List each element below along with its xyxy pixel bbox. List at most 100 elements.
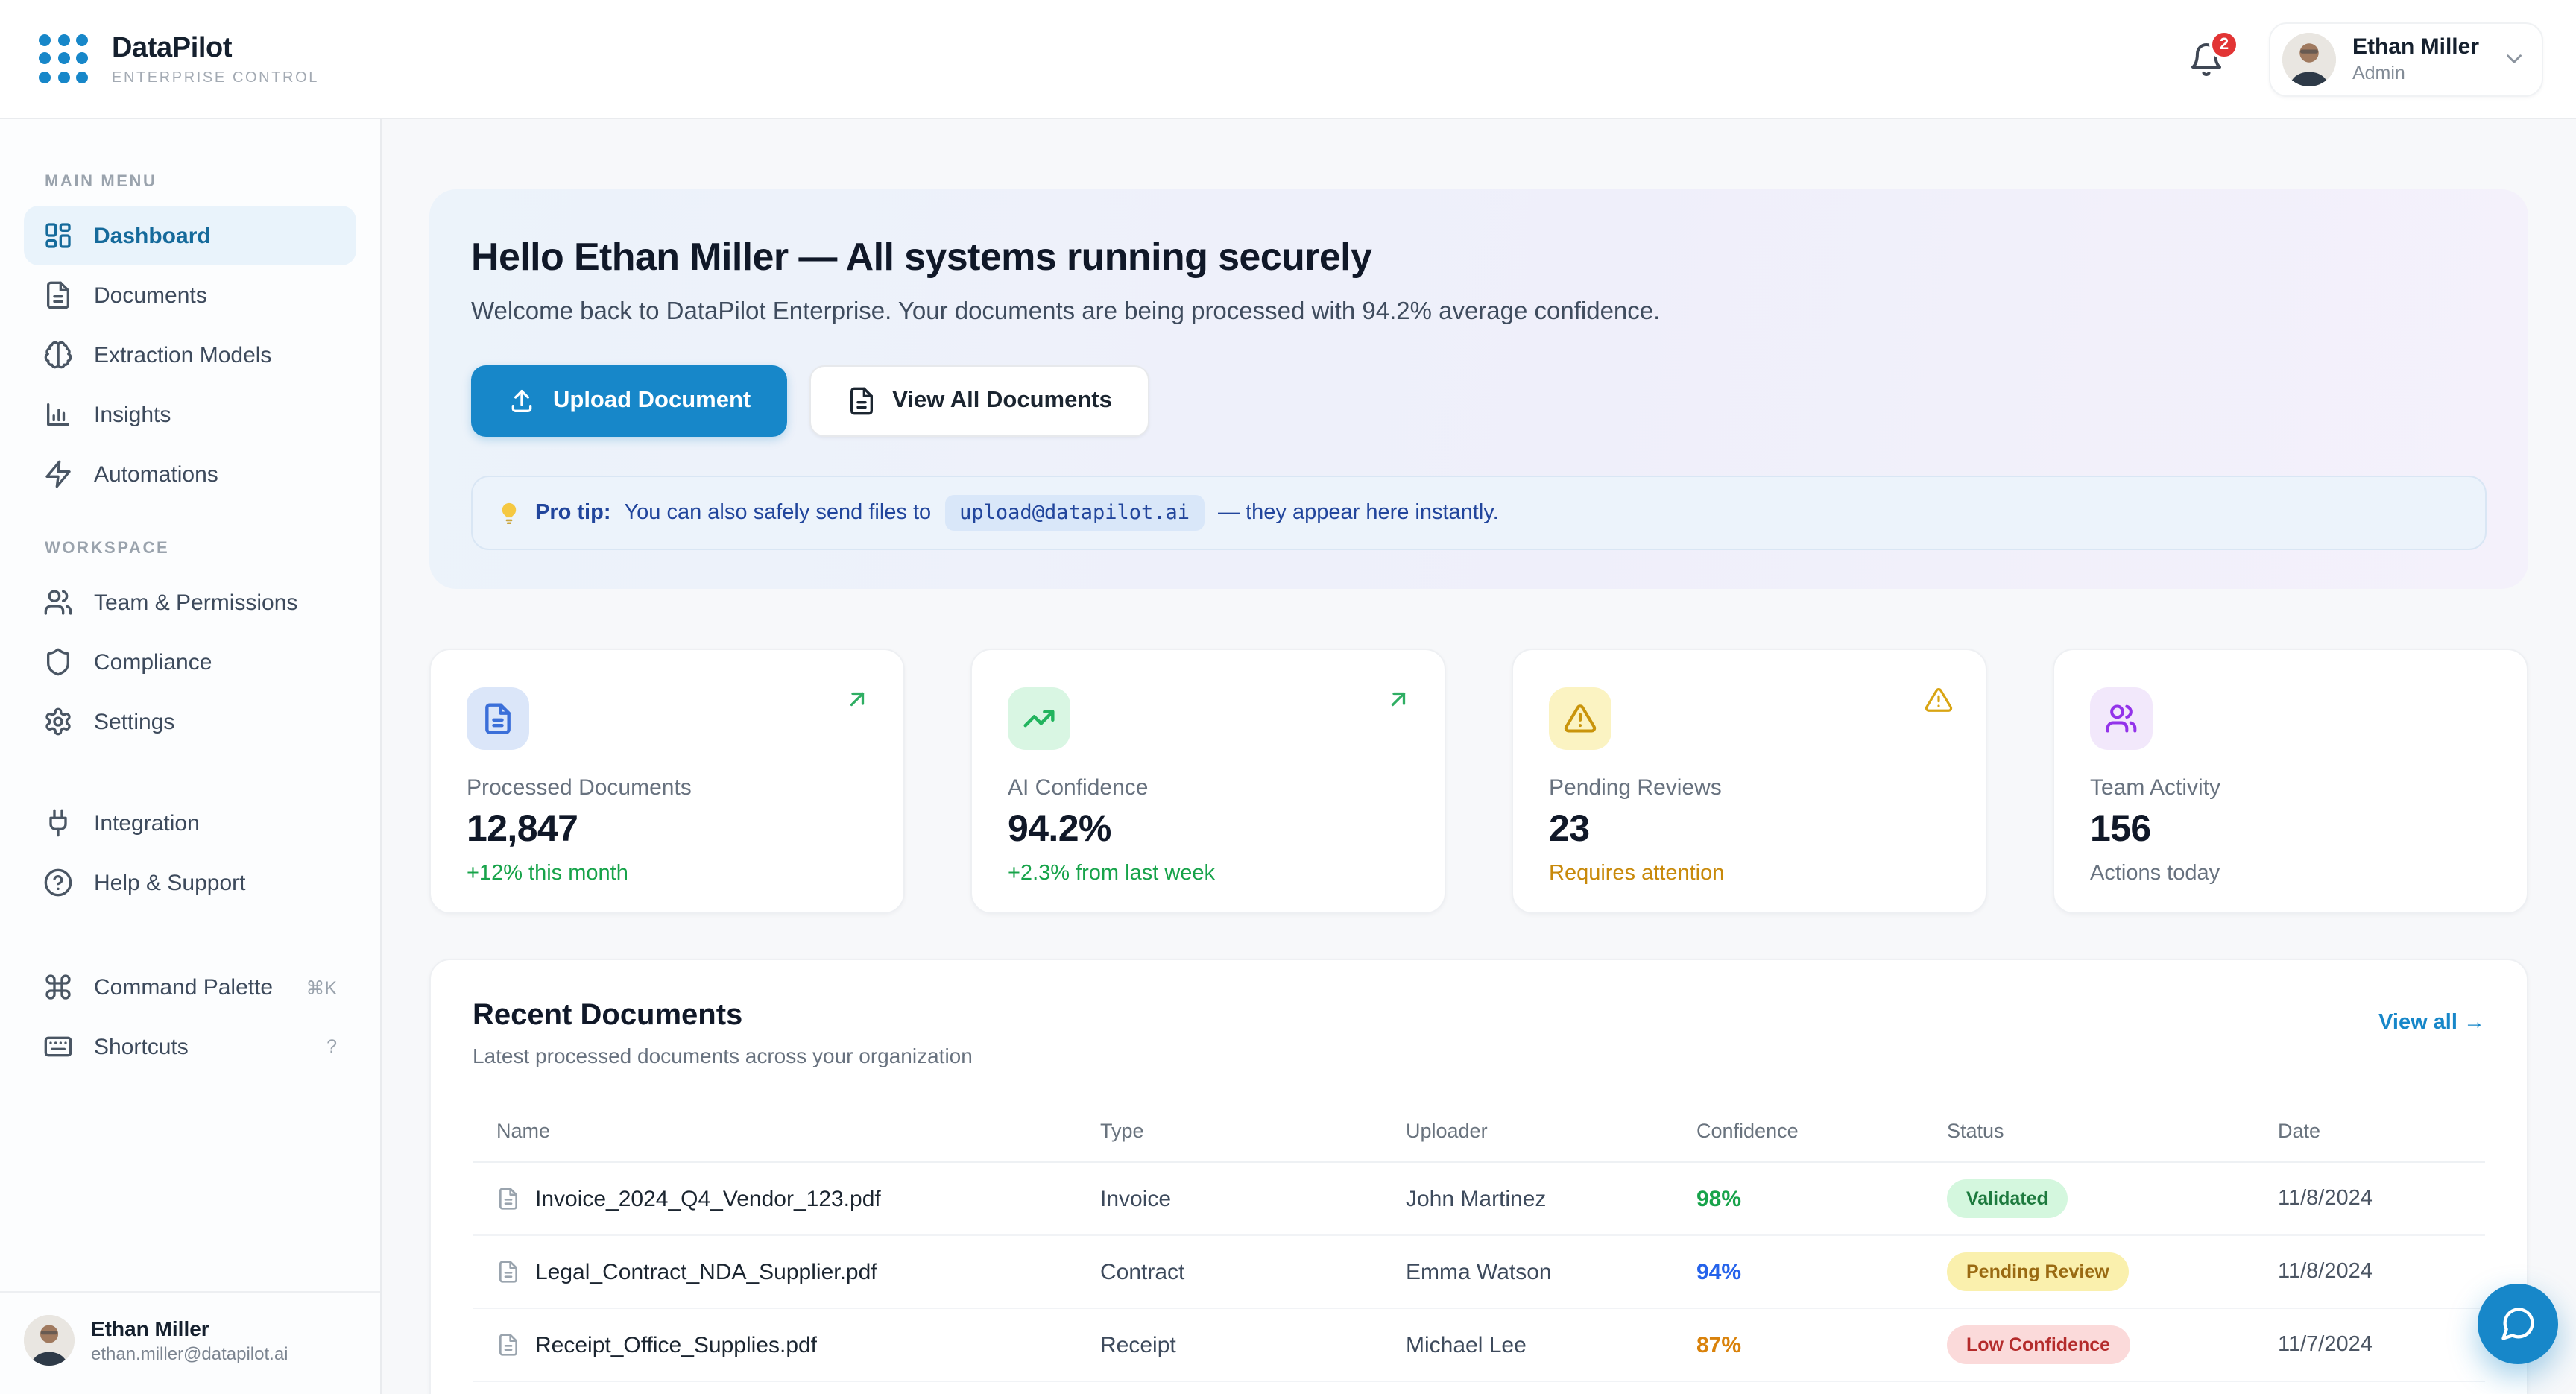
shortcut-hint: ⌘K	[306, 976, 337, 998]
hero-banner: Hello Ethan Miller — All systems running…	[429, 189, 2528, 589]
recent-documents-card: Recent Documents Latest processed docume…	[429, 959, 2528, 1394]
chat-fab-button[interactable]	[2478, 1284, 2558, 1364]
brand-name: DataPilot	[112, 32, 319, 65]
stat-value: 23	[1549, 808, 1950, 851]
chat-bubble-icon	[2498, 1305, 2537, 1343]
stat-label: AI Confidence	[1008, 775, 1409, 801]
arrow-up-right-icon	[1385, 686, 1412, 713]
section-subtitle: Latest processed documents across your o…	[473, 1044, 973, 1067]
user-avatar	[24, 1315, 75, 1366]
users-icon	[43, 587, 73, 617]
sidebar-item-label: Compliance	[94, 649, 212, 675]
sidebar-item-shortcuts[interactable]: Shortcuts ?	[24, 1017, 356, 1076]
user-name: Ethan Miller	[91, 1316, 288, 1341]
table-row[interactable]: Receipt_Office_Supplies.pdf Receipt Mich…	[473, 1309, 2485, 1382]
document-type: Receipt	[1100, 1332, 1406, 1357]
sidebar: MAIN MENU Dashboard Documents Extraction…	[0, 119, 382, 1394]
stat-label: Pending Reviews	[1549, 775, 1950, 801]
sidebar-item-label: Integration	[94, 810, 200, 836]
stat-card-pending-reviews[interactable]: Pending Reviews 23 Requires attention	[1512, 649, 1987, 914]
notifications-button[interactable]: 2	[2188, 41, 2224, 77]
sidebar-item-label: Extraction Models	[94, 342, 271, 368]
stat-card-team-activity[interactable]: Team Activity 156 Actions today	[2053, 649, 2528, 914]
pro-tip-banner: Pro tip: You can also safely send files …	[471, 476, 2487, 550]
shortcut-hint: ?	[326, 1036, 337, 1057]
sidebar-section-main-menu: MAIN MENU	[45, 173, 356, 191]
pro-tip-label: Pro tip:	[535, 501, 611, 525]
user-avatar	[2282, 32, 2336, 86]
file-text-icon	[846, 386, 876, 416]
sidebar-item-label: Automations	[94, 461, 218, 487]
sidebar-user-card[interactable]: Ethan Miller ethan.miller@datapilot.ai	[0, 1291, 380, 1394]
documents-table: Name Type Uploader Confidence Status Dat…	[473, 1100, 2485, 1394]
brand-block: DataPilot ENTERPRISE CONTROL	[112, 32, 319, 86]
sidebar-item-extraction-models[interactable]: Extraction Models	[24, 325, 356, 385]
chevron-down-icon	[2501, 46, 2527, 72]
table-row[interactable]: Purchase_Order_2024_1156.pdf Purchase Or…	[473, 1382, 2485, 1394]
view-all-documents-button[interactable]: View All Documents	[809, 365, 1149, 437]
stat-trend: +2.3% from last week	[1008, 862, 1409, 886]
stat-trend: Requires attention	[1549, 862, 1950, 886]
document-type: Invoice	[1100, 1186, 1406, 1211]
sidebar-item-documents[interactable]: Documents	[24, 265, 356, 325]
plug-icon	[43, 808, 73, 838]
user-role: Admin	[2352, 63, 2479, 83]
brand-logo-icon	[39, 34, 89, 84]
main-content: Hello Ethan Miller — All systems running…	[382, 119, 2576, 1394]
sidebar-item-insights[interactable]: Insights	[24, 385, 356, 444]
sidebar-item-help-support[interactable]: Help & Support	[24, 853, 356, 912]
sidebar-item-team-permissions[interactable]: Team & Permissions	[24, 573, 356, 632]
stat-cards-row: Processed Documents 12,847 +12% this mon…	[429, 649, 2528, 914]
bar-chart-icon	[43, 400, 73, 429]
sidebar-item-settings[interactable]: Settings	[24, 692, 356, 751]
app-window: DataPilot ENTERPRISE CONTROL 2 Ethan Mil…	[0, 0, 2576, 1394]
upload-email-code[interactable]: upload@datapilot.ai	[944, 495, 1205, 531]
stat-value: 156	[2090, 808, 2491, 851]
keyboard-icon	[43, 1032, 73, 1062]
column-header-name: Name	[496, 1120, 1100, 1142]
file-text-icon	[467, 687, 529, 750]
document-type: Contract	[1100, 1259, 1406, 1284]
table-row[interactable]: Invoice_2024_Q4_Vendor_123.pdf Invoice J…	[473, 1163, 2485, 1236]
command-icon	[43, 972, 73, 1002]
sidebar-item-label: Help & Support	[94, 870, 245, 895]
sidebar-item-label: Insights	[94, 402, 171, 427]
table-header-row: Name Type Uploader Confidence Status Dat…	[473, 1100, 2485, 1163]
top-bar: DataPilot ENTERPRISE CONTROL 2 Ethan Mil…	[0, 0, 2576, 119]
sidebar-item-integration[interactable]: Integration	[24, 793, 356, 853]
stat-trend: +12% this month	[467, 862, 868, 886]
hero-title: Hello Ethan Miller — All systems running…	[471, 234, 2487, 280]
sidebar-section-workspace: WORKSPACE	[45, 540, 356, 558]
sidebar-item-label: Settings	[94, 709, 174, 734]
sidebar-item-compliance[interactable]: Compliance	[24, 632, 356, 692]
view-all-link[interactable]: View all →	[2378, 1011, 2485, 1067]
sidebar-item-command-palette[interactable]: Command Palette ⌘K	[24, 957, 356, 1017]
stat-label: Team Activity	[2090, 775, 2491, 801]
alert-triangle-icon	[1925, 686, 1953, 714]
table-row[interactable]: Legal_Contract_NDA_Supplier.pdf Contract…	[473, 1236, 2485, 1309]
layout-dashboard-icon	[43, 221, 73, 250]
file-icon	[496, 1187, 520, 1211]
sidebar-item-label: Documents	[94, 283, 207, 308]
gear-icon	[43, 707, 73, 737]
stat-card-processed-documents[interactable]: Processed Documents 12,847 +12% this mon…	[429, 649, 905, 914]
stat-card-ai-confidence[interactable]: AI Confidence 94.2% +2.3% from last week	[970, 649, 1446, 914]
users-icon	[2090, 687, 2153, 750]
document-name: Receipt_Office_Supplies.pdf	[535, 1332, 817, 1357]
document-uploader: John Martinez	[1406, 1186, 1696, 1211]
sidebar-item-label: Dashboard	[94, 223, 211, 248]
status-badge: Low Confidence	[1947, 1325, 2130, 1364]
column-header-date: Date	[2278, 1120, 2485, 1142]
upload-icon	[507, 386, 537, 416]
lightbulb-icon	[496, 500, 522, 526]
file-text-icon	[43, 280, 73, 310]
sidebar-item-dashboard[interactable]: Dashboard	[24, 206, 356, 265]
sidebar-item-automations[interactable]: Automations	[24, 444, 356, 504]
column-header-uploader: Uploader	[1406, 1120, 1696, 1142]
stat-trend: Actions today	[2090, 862, 2491, 886]
user-menu[interactable]: Ethan Miller Admin	[2269, 22, 2543, 96]
column-header-confidence: Confidence	[1696, 1120, 1947, 1142]
sidebar-item-label: Shortcuts	[94, 1034, 189, 1059]
upload-document-button[interactable]: Upload Document	[471, 365, 786, 437]
trending-up-icon	[1008, 687, 1070, 750]
